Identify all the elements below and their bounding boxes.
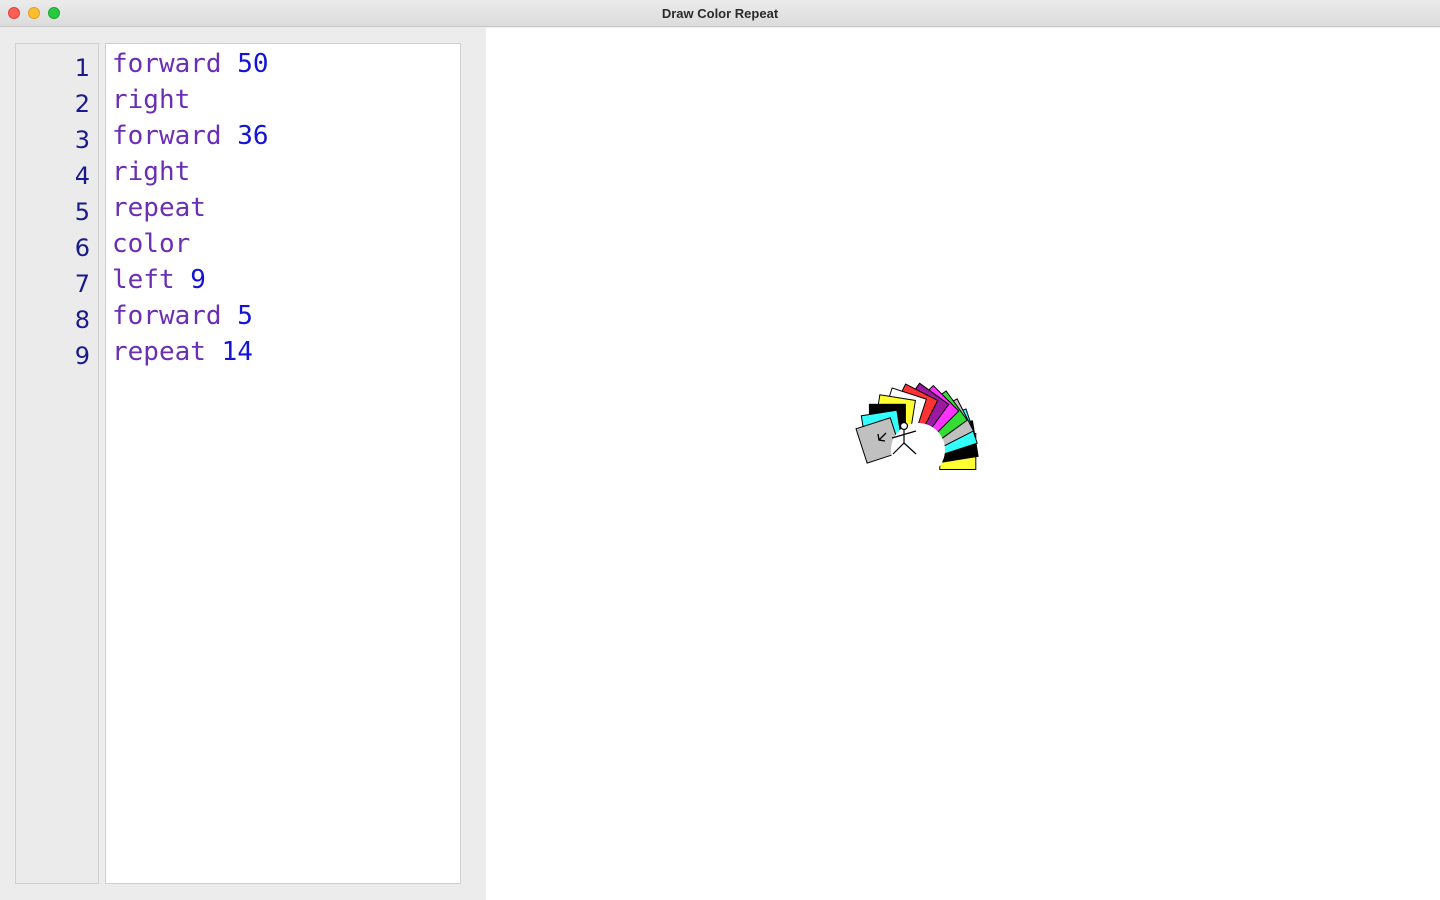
command-argument: 50: [237, 49, 269, 79]
command-keyword: forward: [112, 121, 222, 151]
code-line[interactable]: right: [112, 154, 190, 190]
line-number-gutter: 1 2 3 4 5 6 7 8 9: [15, 43, 99, 884]
color-square-fan: [855, 382, 979, 477]
turtle-drawing: [855, 382, 979, 477]
line-number: 5: [74, 198, 90, 226]
code-editor[interactable]: forward 50 right forward 36 right repeat…: [105, 43, 461, 884]
command-keyword: color: [112, 229, 191, 259]
line-number: 8: [74, 306, 90, 334]
code-line[interactable]: forward 50: [112, 46, 269, 82]
command-argument: 36: [237, 121, 269, 151]
line-number: 1: [74, 54, 90, 82]
command-keyword: forward: [112, 49, 222, 79]
command-keyword: left: [112, 265, 175, 295]
line-number: 2: [74, 90, 90, 118]
line-number: 7: [74, 270, 90, 298]
code-line[interactable]: color: [112, 226, 190, 262]
command-argument: 14: [221, 337, 253, 367]
code-line[interactable]: repeat 14: [112, 334, 253, 370]
code-line[interactable]: forward 36: [112, 118, 269, 154]
code-line[interactable]: right: [112, 82, 190, 118]
window-titlebar: Draw Color Repeat: [0, 0, 1440, 27]
command-keyword: right: [112, 85, 191, 115]
code-line[interactable]: forward 5: [112, 298, 253, 334]
command-argument: 5: [237, 301, 253, 331]
code-line[interactable]: repeat: [112, 190, 206, 226]
drawing-canvas[interactable]: [486, 28, 1440, 900]
command-keyword: repeat: [112, 193, 206, 223]
command-keyword: forward: [112, 301, 222, 331]
code-pane: 1 2 3 4 5 6 7 8 9 forward 50 right forwa…: [0, 28, 486, 900]
command-keyword: repeat: [112, 337, 206, 367]
code-line[interactable]: left 9: [112, 262, 206, 298]
line-number: 3: [74, 126, 90, 154]
window-title: Draw Color Repeat: [661, 6, 779, 21]
line-number: 6: [74, 234, 90, 262]
command-keyword: right: [112, 157, 191, 187]
fan-inner-arc: [891, 423, 945, 477]
command-argument: 9: [190, 265, 206, 295]
line-number: 4: [74, 162, 90, 190]
line-number: 9: [74, 342, 90, 370]
